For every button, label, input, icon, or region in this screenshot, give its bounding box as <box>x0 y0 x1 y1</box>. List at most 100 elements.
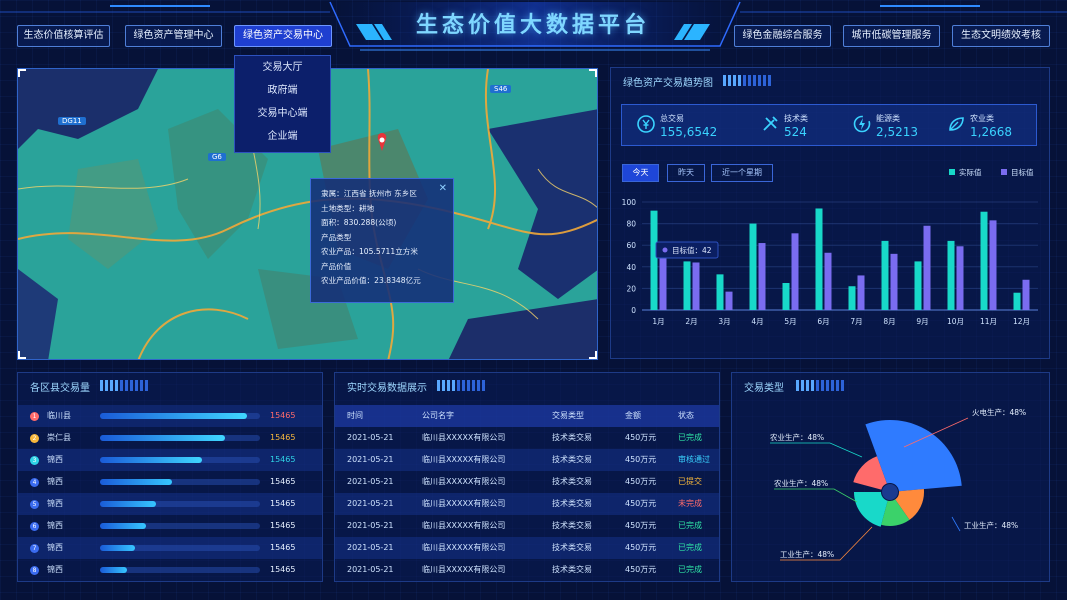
list-item[interactable]: 5 锦西 15465 <box>18 493 322 515</box>
popup-product-type-heading: 产品类型 <box>321 232 352 242</box>
cell-amount: 450万元 <box>625 543 657 552</box>
pie-leader-line <box>774 488 858 503</box>
nav-green-finance[interactable]: 绿色金融综合服务 <box>734 25 831 47</box>
cell-company: 临川县XXXXX有限公司 <box>422 521 506 530</box>
chart-legend: 实际值 目标值 <box>949 167 1034 177</box>
bar-target <box>692 262 700 310</box>
stat-tech: 技术类 524 <box>760 111 840 141</box>
list-item[interactable]: 7 锦西 15465 <box>18 537 322 559</box>
districts-list: 1 临川县 15465 2 崇仁县 15465 3 锦西 15465 4 锦西 15465 5 锦西 154… <box>18 405 322 581</box>
energy-icon <box>853 115 871 133</box>
stat-agriculture-label: 农业类 <box>970 114 994 123</box>
menu-item-trading-center[interactable]: 交易中心端 <box>235 102 330 125</box>
cell-type: 技术类交易 <box>552 565 592 574</box>
bar-target <box>1022 279 1030 310</box>
col-time: 时间 <box>347 411 363 420</box>
realtime-panel-title: 实时交易数据展示 <box>347 383 427 394</box>
nav-ecovalue-assessment[interactable]: 生态价值核算评估 <box>17 25 110 47</box>
map-corner <box>589 69 597 77</box>
x-tick-label: 11月 <box>980 317 997 326</box>
table-row[interactable]: 2021-05-21 临川县XXXXX有限公司 技术类交易 450万元 已完成 <box>335 537 719 559</box>
nav-eco-performance[interactable]: 生态文明绩效考核 <box>952 25 1050 47</box>
rank-badge: 7 <box>30 544 39 553</box>
pie-center <box>882 484 898 500</box>
close-icon[interactable]: ✕ <box>439 182 447 197</box>
cell-amount: 450万元 <box>625 521 657 530</box>
cell-type: 技术类交易 <box>552 521 592 530</box>
x-tick-label: 10月 <box>947 317 964 326</box>
table-row[interactable]: 2021-05-21 临川县XXXXX有限公司 技术类交易 450万元 已提交 <box>335 471 719 493</box>
nav-green-asset-management[interactable]: 绿色资产管理中心 <box>125 25 222 47</box>
bar-target <box>923 225 931 310</box>
district-value: 15465 <box>270 433 296 442</box>
table-row[interactable]: 2021-05-21 临川县XXXXX有限公司 技术类交易 450万元 已完成 <box>335 559 719 581</box>
stat-agriculture: 农业类 1,2668 <box>946 111 1026 141</box>
cell-status: 已完成 <box>678 543 702 552</box>
list-item[interactable]: 6 锦西 15465 <box>18 515 322 537</box>
stat-tech-label: 技术类 <box>784 114 808 123</box>
table-row[interactable]: 2021-05-21 临川县XXXXX有限公司 技术类交易 450万元 未完成 <box>335 493 719 515</box>
bar-target <box>791 233 799 310</box>
rank-badge: 6 <box>30 522 39 531</box>
title-decoration <box>723 75 771 86</box>
stat-agriculture-value: 1,2668 <box>970 125 1012 139</box>
district-name: 锦西 <box>47 521 63 530</box>
pie-label: 工业生产：48% <box>780 549 834 559</box>
cell-company: 临川县XXXXX有限公司 <box>422 543 506 552</box>
col-type: 交易类型 <box>552 411 584 420</box>
rank-badge: 2 <box>30 434 39 443</box>
table-row[interactable]: 2021-05-21 临川县XXXXX有限公司 技术类交易 450万元 已完成 <box>335 515 719 537</box>
progress-fill <box>100 479 172 485</box>
district-name: 锦西 <box>47 499 63 508</box>
bar-actual <box>650 210 658 310</box>
list-item[interactable]: 4 锦西 15465 <box>18 471 322 493</box>
bar-actual <box>683 261 691 310</box>
map-corner <box>589 351 597 359</box>
pie-leader-line <box>951 516 961 532</box>
bar-target <box>857 275 865 310</box>
stat-total: 总交易 155,6542 <box>636 111 726 141</box>
cell-company: 临川县XXXXX有限公司 <box>422 433 506 442</box>
cell-status: 已提交 <box>678 477 702 486</box>
bar-actual <box>980 211 988 310</box>
progress-fill <box>100 435 225 441</box>
menu-item-government[interactable]: 政府端 <box>235 79 330 102</box>
progress-track <box>100 457 260 463</box>
cell-type: 技术类交易 <box>552 433 592 442</box>
cell-status: 已完成 <box>678 433 702 442</box>
realtime-panel: 实时交易数据展示 时间 公司名字 交易类型 金额 状态 2021-05-21 临川… <box>334 372 720 582</box>
chart-x-axis: 1月 2月 3月 4月 5月 6月 7月 8月 9月 10月 11月 12月 <box>652 317 1030 326</box>
list-item[interactable]: 8 锦西 15465 <box>18 559 322 581</box>
pie-label: 工业生产：48% <box>964 520 1018 530</box>
district-value: 15465 <box>270 521 296 530</box>
x-tick-label: 2月 <box>685 317 697 326</box>
table-row[interactable]: 2021-05-21 临川县XXXXX有限公司 技术类交易 450万元 已完成 <box>335 427 719 449</box>
cell-status: 审核通过 <box>678 455 710 464</box>
y-tick-label: 60 <box>626 241 636 250</box>
cell-time: 2021-05-21 <box>347 565 394 574</box>
progress-fill <box>100 413 248 419</box>
stat-total-label: 总交易 <box>660 114 684 123</box>
list-item[interactable]: 1 临川县 15465 <box>18 405 322 427</box>
cell-time: 2021-05-21 <box>347 499 394 508</box>
road-sign-g6: G6 <box>208 153 226 161</box>
list-item[interactable]: 3 锦西 15465 <box>18 449 322 471</box>
nav-city-lowcarbon[interactable]: 城市低碳管理服务 <box>843 25 940 47</box>
list-item[interactable]: 2 崇仁县 15465 <box>18 427 322 449</box>
stat-energy-label: 能源类 <box>876 114 900 123</box>
rank-badge: 8 <box>30 566 39 575</box>
table-row[interactable]: 2021-05-21 临川县XXXXX有限公司 技术类交易 450万元 审核通过 <box>335 449 719 471</box>
nav-green-asset-trading[interactable]: 绿色资产交易中心 <box>234 25 332 47</box>
pie-leader-line <box>770 442 863 458</box>
progress-track <box>100 545 260 551</box>
realtime-table-body: 2021-05-21 临川县XXXXX有限公司 技术类交易 450万元 已完成 2021-… <box>335 427 719 581</box>
district-value: 15465 <box>270 411 296 420</box>
menu-item-enterprise[interactable]: 企业端 <box>235 125 330 148</box>
menu-item-trading-hall[interactable]: 交易大厅 <box>235 56 330 79</box>
cell-time: 2021-05-21 <box>347 543 394 552</box>
title-decoration <box>796 380 844 391</box>
legend-label: 目标值 <box>1011 167 1034 177</box>
popup-product-volume: 农业产品：105.5711立方米 <box>321 247 418 256</box>
districts-panel-title: 各区县交易量 <box>30 383 90 394</box>
x-tick-label: 8月 <box>883 317 895 326</box>
